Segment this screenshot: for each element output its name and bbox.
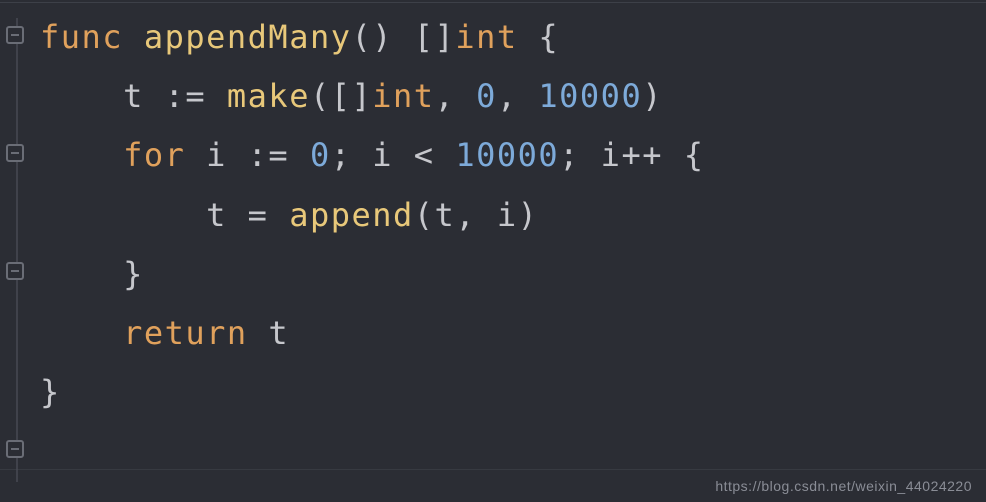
brace: }: [123, 255, 144, 293]
variable: t: [206, 196, 227, 234]
scope-line: [16, 18, 18, 482]
operator: <: [414, 136, 435, 174]
fold-icon[interactable]: [6, 26, 24, 44]
comma: ,: [497, 77, 518, 115]
parentheses: (): [351, 18, 393, 56]
type: int: [372, 77, 434, 115]
whitespace: [206, 77, 227, 115]
whitespace: [518, 18, 539, 56]
whitespace: [393, 18, 414, 56]
code-line: t = append(t, i): [40, 186, 986, 245]
whitespace: [518, 77, 539, 115]
fold-icon[interactable]: [6, 144, 24, 162]
paren: ): [642, 77, 663, 115]
whitespace: [580, 136, 601, 174]
whitespace: [663, 136, 684, 174]
indent: [40, 314, 123, 352]
number: 0: [310, 136, 331, 174]
semicolon: ;: [331, 136, 352, 174]
code-line: t := make([]int, 0, 10000): [40, 67, 986, 126]
operator: :=: [165, 77, 207, 115]
brace: }: [40, 373, 61, 411]
whitespace: [227, 136, 248, 174]
code-line: }: [40, 363, 986, 422]
comma: ,: [455, 196, 476, 234]
type: int: [455, 18, 517, 56]
whitespace: [227, 196, 248, 234]
function-name: appendMany: [144, 18, 352, 56]
number: 10000: [538, 77, 642, 115]
brackets: []: [414, 18, 456, 56]
indent: [40, 255, 123, 293]
number: 0: [476, 77, 497, 115]
brace: {: [538, 18, 559, 56]
paren: ): [518, 196, 539, 234]
whitespace: [476, 196, 497, 234]
whitespace: [185, 136, 206, 174]
fold-icon[interactable]: [6, 262, 24, 280]
gutter: [0, 0, 32, 502]
code-line: for i := 0; i < 10000; i++ {: [40, 126, 986, 185]
builtin: append: [289, 196, 414, 234]
code-line: return t: [40, 304, 986, 363]
whitespace: [351, 136, 372, 174]
whitespace: [393, 136, 414, 174]
whitespace: [144, 77, 165, 115]
number: 10000: [455, 136, 559, 174]
code-editor[interactable]: func appendMany() []int { t := make([]in…: [0, 0, 986, 502]
brackets: []: [331, 77, 373, 115]
paren: (: [414, 196, 435, 234]
variable: i: [601, 136, 622, 174]
variable: t: [268, 314, 289, 352]
brace: {: [684, 136, 705, 174]
operator: ++: [621, 136, 663, 174]
indent: [40, 136, 123, 174]
whitespace: [455, 77, 476, 115]
indent: [40, 196, 206, 234]
operator: :=: [248, 136, 290, 174]
variable: t: [123, 77, 144, 115]
divider-bottom: [0, 469, 986, 470]
indent: [40, 77, 123, 115]
code-line: }: [40, 245, 986, 304]
operator: =: [248, 196, 269, 234]
code-line: func appendMany() []int {: [40, 8, 986, 67]
comma: ,: [435, 77, 456, 115]
whitespace: [435, 136, 456, 174]
keyword: func: [40, 18, 123, 56]
variable: i: [372, 136, 393, 174]
paren: (: [310, 77, 331, 115]
whitespace: [289, 136, 310, 174]
variable: i: [497, 196, 518, 234]
whitespace: [123, 18, 144, 56]
semicolon: ;: [559, 136, 580, 174]
fold-icon[interactable]: [6, 440, 24, 458]
variable: i: [206, 136, 227, 174]
code-area[interactable]: func appendMany() []int { t := make([]in…: [0, 8, 986, 422]
watermark: https://blog.csdn.net/weixin_44024220: [715, 478, 972, 494]
whitespace: [268, 196, 289, 234]
variable: t: [435, 196, 456, 234]
keyword: for: [123, 136, 185, 174]
builtin: make: [227, 77, 310, 115]
keyword: return: [123, 314, 248, 352]
whitespace: [248, 314, 269, 352]
